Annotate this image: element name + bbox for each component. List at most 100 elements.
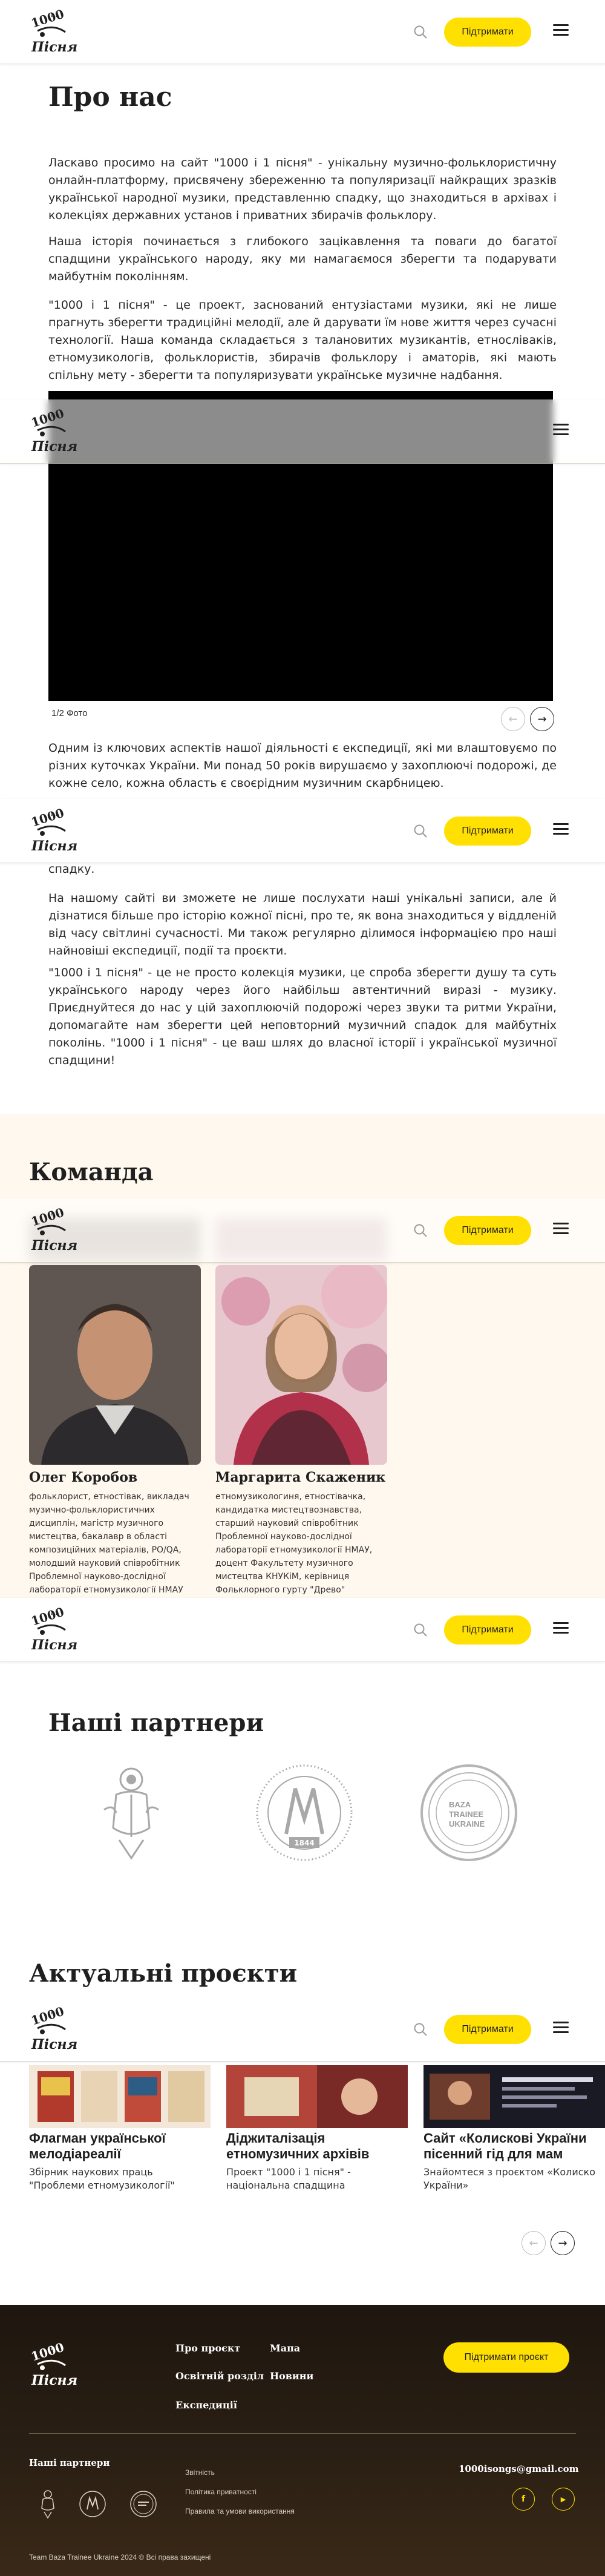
burger-menu-icon[interactable]	[553, 2022, 569, 2036]
about-paragraph-3: "1000 і 1 пісня" - це проект, заснований…	[48, 298, 557, 382]
site-logo[interactable]: 1000 і 1 Пісня	[29, 2004, 77, 2055]
logo-icon: 1000 і 1 Пісня	[29, 2004, 77, 2052]
partner-emblem-icon[interactable]	[38, 2489, 58, 2519]
burger-menu-icon[interactable]	[553, 1223, 569, 1237]
svg-text:і 1: і 1	[51, 1211, 59, 1217]
footer-link-terms[interactable]: Правила та умови використання	[185, 2507, 295, 2515]
svg-text:і 1: і 1	[51, 1610, 59, 1617]
site-header-sticky: 1000 і 1 Пісня	[0, 399, 605, 464]
logo-icon: 1000 і 1 Пісня	[29, 1605, 77, 1653]
svg-text:Пісня: Пісня	[31, 39, 77, 55]
logo-icon: 1000 і 1 Пісня	[29, 2340, 77, 2388]
about-paragraph-6: "1000 і 1 пісня" - це не просто колекція…	[48, 966, 557, 1067]
project-image[interactable]	[424, 2065, 605, 2128]
footer-link-expeditions[interactable]: Експедиції	[175, 2399, 237, 2411]
about-paragraph-4: Одним із ключових аспектів нашої діяльно…	[48, 741, 557, 790]
site-header-sticky: 1000 і 1 Пісня Підтримати	[0, 1997, 605, 2062]
burger-menu-icon[interactable]	[553, 424, 569, 438]
site-logo[interactable]: 1000 і 1 Пісня	[29, 406, 77, 457]
site-header-sticky: 1000 і 1 Пісня Підтримати	[0, 799, 605, 863]
footer-link-about[interactable]: Про проєкт	[175, 2342, 240, 2354]
gallery-counter: 1/2 Фото	[51, 708, 88, 718]
gallery-next-button[interactable]: →	[530, 707, 554, 731]
logo-icon: 1000 і 1 Пісня	[29, 406, 77, 455]
footer-link-privacy[interactable]: Політика приватності	[185, 2488, 257, 2496]
svg-text:Пісня: Пісня	[31, 1637, 77, 1653]
footer-link-news[interactable]: Новини	[270, 2370, 313, 2382]
donate-button[interactable]: Підтримати	[444, 1615, 531, 1644]
site-header-sticky: 1000 і 1 Пісня Підтримати	[0, 1198, 605, 1263]
projects-title: Актуальні проєкти	[29, 1959, 298, 1988]
burger-menu-icon[interactable]	[553, 24, 569, 39]
projects-next-button[interactable]: →	[551, 2231, 575, 2255]
search-icon[interactable]	[413, 24, 428, 40]
project-title[interactable]: Сайт «Колискові України пісенний гід для…	[424, 2131, 605, 2162]
footer-logo[interactable]: 1000 і 1 Пісня	[29, 2340, 77, 2391]
about-paragraph-4-tail: спадку.	[48, 862, 95, 876]
svg-text:і 1: і 1	[51, 412, 59, 418]
footer-link-reports[interactable]: Звітність	[185, 2468, 215, 2477]
project-title[interactable]: Флагман української мелодіареалії	[29, 2131, 211, 2162]
project-description: Збірник наукових праць "Проблеми етномуз…	[29, 2166, 175, 2191]
youtube-icon[interactable]: ▶	[552, 2488, 575, 2511]
academy-seal-icon[interactable]: 1844	[253, 1761, 356, 1864]
academy-seal-icon[interactable]	[79, 2490, 106, 2518]
search-icon[interactable]	[413, 823, 428, 839]
site-logo[interactable]: 1000 і 1 Пісня	[29, 1205, 77, 1256]
burger-menu-icon[interactable]	[553, 1622, 569, 1637]
team-member-description: фольклорист, етностівак, викладач музичн…	[29, 1492, 189, 1595]
svg-text:і 1: і 1	[51, 2009, 59, 2016]
search-icon[interactable]	[413, 2022, 428, 2037]
site-logo[interactable]: 1000 і 1 Пісня	[29, 7, 77, 58]
footer-link-education[interactable]: Освітній розділ	[175, 2370, 264, 2382]
svg-text:Пісня: Пісня	[31, 1238, 77, 1254]
logo-icon: 1000 і 1 Пісня	[29, 806, 77, 854]
donate-button[interactable]: Підтримати	[444, 816, 531, 846]
project-image[interactable]	[29, 2065, 211, 2128]
footer-link-map[interactable]: Мапа	[270, 2342, 300, 2354]
logo-icon: 1000 і 1 Пісня	[29, 1205, 77, 1254]
projects-prev-button[interactable]: ←	[522, 2231, 546, 2255]
facebook-icon[interactable]: f	[512, 2488, 535, 2511]
svg-text:і 1: і 1	[51, 12, 59, 19]
partner-emblem-icon[interactable]	[92, 1761, 171, 1864]
partners-title: Наші партнери	[48, 1709, 264, 1737]
site-footer: 1000 і 1 Пісня Про проєкт Освітній розді…	[0, 2305, 605, 2576]
baza-trainee-ukraine-logo[interactable]	[129, 2490, 157, 2518]
search-icon[interactable]	[413, 1223, 428, 1238]
about-paragraph-1: Ласкаво просимо на сайт "1000 і 1 пісня"…	[48, 156, 557, 222]
team-member-name: Олег Коробов	[29, 1470, 138, 1485]
logo-icon: 1000 і 1 Пісня	[29, 7, 77, 55]
team-member-photo	[29, 1265, 201, 1465]
site-header-sticky: 1000 і 1 Пісня Підтримати	[0, 1598, 605, 1662]
footer-email-link[interactable]: 1000isongs@gmail.com	[459, 2463, 578, 2474]
burger-menu-icon[interactable]	[553, 823, 569, 838]
baza-logo-text: BAZA TRAINEE UKRAINE	[449, 1800, 485, 1828]
site-logo[interactable]: 1000 і 1 Пісня	[29, 806, 77, 856]
baza-trainee-ukraine-logo[interactable]: BAZA TRAINEE UKRAINE	[417, 1761, 520, 1864]
donate-button[interactable]: Підтримати	[444, 18, 531, 47]
svg-text:Пісня: Пісня	[31, 439, 77, 455]
site-logo[interactable]: 1000 і 1 Пісня	[29, 1605, 77, 1655]
project-description: Знайомтеся з проєктом «Колиско України»	[424, 2166, 595, 2191]
team-member-name: Маргарита Скаженик	[215, 1470, 386, 1485]
footer-copyright: Team Baza Trainee Ukraine 2024 © Всі пра…	[29, 2553, 211, 2561]
project-description: Проект "1000 і 1 пісня" - національна сп…	[226, 2166, 351, 2191]
gallery-prev-button[interactable]: ←	[501, 707, 525, 731]
team-member-photo	[215, 1265, 387, 1465]
team-member-description: етномузикологиня, етностівачка, кандидат…	[215, 1492, 373, 1595]
donate-button[interactable]: Підтримати	[444, 1216, 531, 1245]
donate-project-button[interactable]: Підтримати проєкт	[443, 2342, 569, 2373]
project-image[interactable]	[226, 2065, 408, 2128]
project-title[interactable]: Діджиталізація етномузичних архівів	[226, 2131, 414, 2162]
about-paragraph-5: На нашому сайті ви зможете не лише послу…	[48, 892, 557, 958]
donate-button[interactable]: Підтримати	[444, 2015, 531, 2044]
search-icon[interactable]	[413, 1622, 428, 1638]
about-paragraph-2: Наша історія починається з глибокого зац…	[48, 235, 557, 283]
svg-text:Пісня: Пісня	[31, 838, 77, 854]
footer-partners-label: Наші партнери	[29, 2457, 110, 2468]
svg-text:і 1: і 1	[51, 2345, 59, 2352]
svg-text:Пісня: Пісня	[31, 2037, 77, 2052]
site-header: 1000 і 1 Пісня Підтримати	[0, 0, 605, 64]
footer-divider	[29, 2433, 576, 2434]
